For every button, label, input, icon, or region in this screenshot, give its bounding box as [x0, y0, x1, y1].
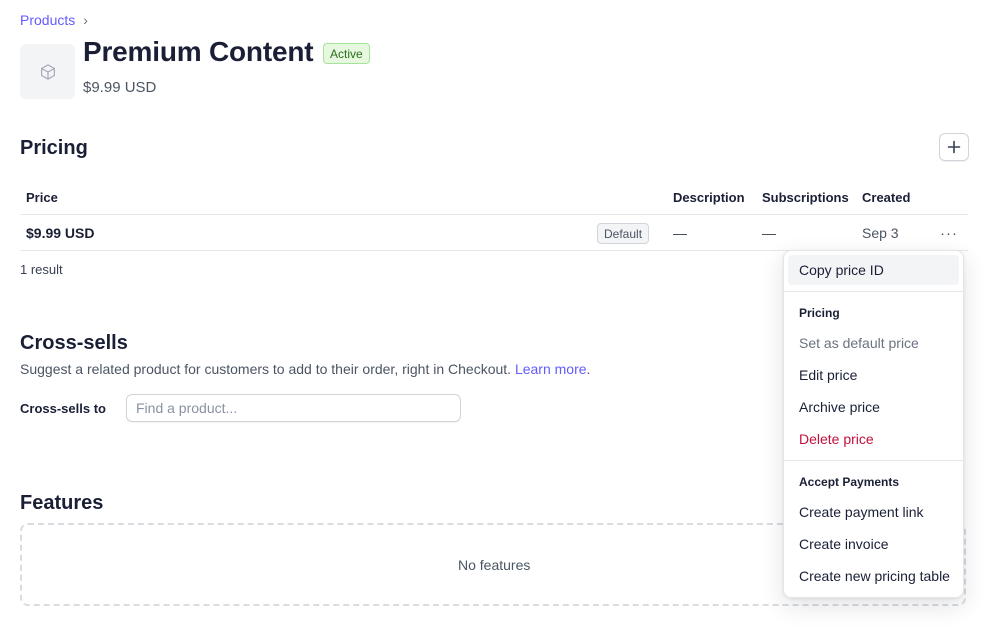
product-image[interactable]	[20, 44, 75, 99]
box-icon	[40, 63, 55, 80]
menu-item-copy-price-id[interactable]: Copy price ID	[788, 255, 959, 285]
column-header-created: Created	[862, 190, 911, 205]
column-header-subscriptions: Subscriptions	[762, 190, 849, 205]
more-horizontal-icon: ···	[940, 224, 958, 242]
cross-sells-description-text: Suggest a related product for customers …	[20, 361, 512, 377]
menu-section-accept-payments: Accept Payments	[799, 475, 900, 489]
created-cell: Sep 3	[862, 225, 899, 241]
menu-section-pricing: Pricing	[799, 306, 840, 320]
menu-item-create-invoice[interactable]: Create invoice	[788, 529, 959, 559]
price-cell: $9.99 USD	[26, 225, 95, 241]
menu-item-create-pricing-table[interactable]: Create new pricing table	[788, 561, 959, 591]
breadcrumb: Products ›	[20, 12, 88, 28]
table-divider	[20, 214, 968, 215]
menu-item-delete-price[interactable]: Delete price	[788, 424, 959, 454]
features-heading: Features	[20, 492, 104, 514]
chevron-right-icon: ›	[83, 12, 88, 28]
menu-divider	[784, 291, 963, 292]
cross-sells-heading: Cross-sells	[20, 332, 128, 354]
menu-item-archive-price[interactable]: Archive price	[788, 392, 959, 422]
learn-more-link[interactable]: Learn more	[515, 361, 587, 377]
product-price-summary: $9.99 USD	[83, 79, 157, 96]
menu-item-edit-price[interactable]: Edit price	[788, 360, 959, 390]
plus-icon	[947, 140, 961, 154]
column-header-price: Price	[26, 190, 58, 205]
cross-sells-description: Suggest a related product for customers …	[20, 361, 591, 377]
default-badge: Default	[597, 223, 650, 244]
column-header-description: Description	[673, 190, 745, 205]
find-product-input[interactable]	[126, 394, 461, 422]
page-title: Premium Content	[83, 36, 314, 67]
add-price-button[interactable]	[939, 133, 969, 161]
cross-sells-to-label: Cross-sells to	[20, 401, 106, 416]
subscriptions-cell: —	[762, 225, 776, 241]
breadcrumb-products-link[interactable]: Products	[20, 12, 75, 28]
menu-divider	[784, 460, 963, 461]
row-actions-button[interactable]: ···	[938, 224, 960, 242]
menu-item-create-payment-link[interactable]: Create payment link	[788, 497, 959, 527]
price-actions-menu: Copy price ID Pricing Set as default pri…	[783, 250, 964, 598]
menu-item-set-default-price[interactable]: Set as default price	[788, 328, 959, 358]
status-badge: Active	[323, 43, 370, 64]
description-cell: —	[673, 225, 687, 241]
result-count: 1 result	[20, 262, 63, 277]
no-features-text: No features	[458, 557, 531, 573]
pricing-heading: Pricing	[20, 137, 88, 159]
